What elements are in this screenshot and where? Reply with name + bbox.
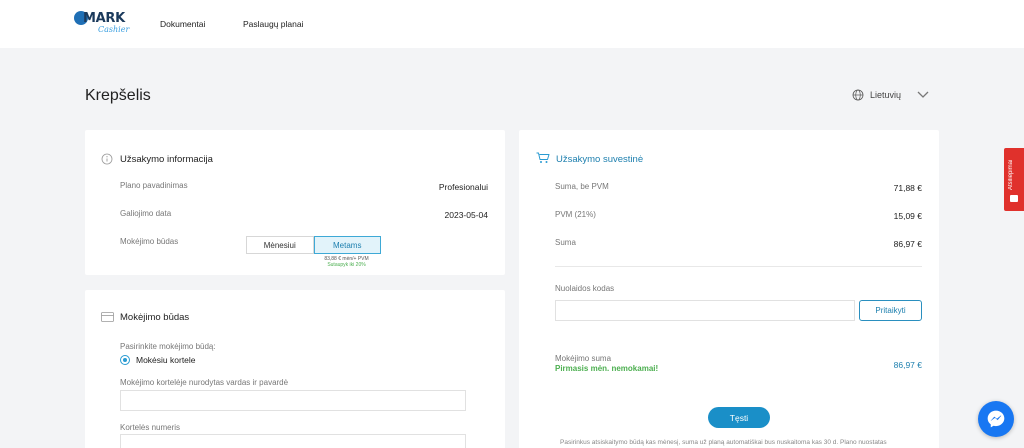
billing-yearly-button[interactable]: Metams	[313, 236, 381, 254]
feedback-tab[interactable]: Atsiliepimai	[1004, 148, 1024, 211]
billing-period-label: Mokėjimo būdas	[120, 237, 179, 246]
valid-date-value: 2023-05-04	[444, 210, 488, 220]
payment-sum-label: Mokėjimo suma	[555, 354, 612, 363]
payment-sum-value: 86,97 €	[893, 360, 922, 370]
info-icon	[101, 153, 113, 165]
valid-date-label: Galiojimo data	[120, 209, 172, 218]
subtotal-label: Suma, be PVM	[555, 182, 609, 191]
page-title: Krepšelis	[85, 87, 151, 104]
nav-link-documents[interactable]: Dokumentai	[160, 19, 205, 29]
discount-code-input[interactable]	[555, 300, 855, 321]
payment-option-card[interactable]: Mokėsiu kortele	[120, 355, 196, 365]
messenger-chat-button[interactable]	[978, 401, 1014, 437]
order-info-title: Užsakymo informacija	[120, 154, 213, 165]
vat-label: PVM (21%)	[555, 210, 596, 219]
language-selector[interactable]: Lietuvių	[852, 89, 929, 101]
language-label: Lietuvių	[870, 90, 902, 100]
summary-divider	[555, 266, 922, 267]
cardholder-name-label: Mokėjimo kortelėje nurodytas vardas ir p…	[120, 378, 289, 387]
billing-footnote: Pasirinkus atsiskaitymo būdą kas mėnesį,…	[560, 439, 887, 446]
nav-link-plans[interactable]: Paslaugų planai	[243, 19, 304, 29]
top-bar: MARK Cashier Dokumentai Paslaugų planai	[0, 0, 1024, 48]
logo-text: MARK	[83, 11, 125, 26]
plan-name-label: Plano pavadinimas	[120, 181, 188, 190]
card-number-input[interactable]	[120, 434, 466, 448]
radio-selected-icon[interactable]	[120, 355, 130, 365]
subtotal-value: 71,88 €	[893, 183, 922, 193]
plan-name-value: Profesionalui	[438, 182, 488, 192]
billing-monthly-button[interactable]: Mėnesiui	[246, 236, 314, 254]
feedback-label: Atsiliepimai	[1008, 159, 1014, 190]
credit-card-icon	[101, 312, 114, 322]
continue-button[interactable]: Tęsti	[708, 407, 770, 428]
globe-icon	[852, 89, 864, 101]
yearly-savings-note: Sutaupyk iki 20%	[327, 262, 366, 268]
free-month-note: Pirmasis mėn. nemokamai!	[555, 364, 659, 373]
apply-discount-button[interactable]: Pritaikyti	[859, 300, 922, 321]
order-summary-title: Užsakymo suvestinė	[556, 154, 644, 165]
messenger-icon	[987, 410, 1005, 428]
cardholder-name-input[interactable]	[120, 390, 466, 411]
shopping-cart-icon	[536, 152, 550, 163]
choose-payment-label: Pasirinkite mokėjimo būdą:	[120, 342, 216, 351]
discount-code-label: Nuolaidos kodas	[555, 284, 615, 293]
feedback-icon	[1010, 195, 1018, 202]
logo[interactable]: MARK Cashier	[74, 9, 129, 37]
vat-value: 15,09 €	[893, 211, 922, 221]
logo-subtext: Cashier	[98, 25, 130, 34]
card-number-label: Kortelės numeris	[120, 423, 181, 432]
chevron-down-icon	[917, 91, 929, 98]
payment-option-card-label: Mokėsiu kortele	[136, 355, 196, 365]
total-label: Suma	[555, 238, 576, 247]
total-value: 86,97 €	[893, 239, 922, 249]
payment-method-title: Mokėjimo būdas	[120, 312, 190, 323]
billing-period-toggle: Mėnesiui Metams	[246, 236, 381, 254]
